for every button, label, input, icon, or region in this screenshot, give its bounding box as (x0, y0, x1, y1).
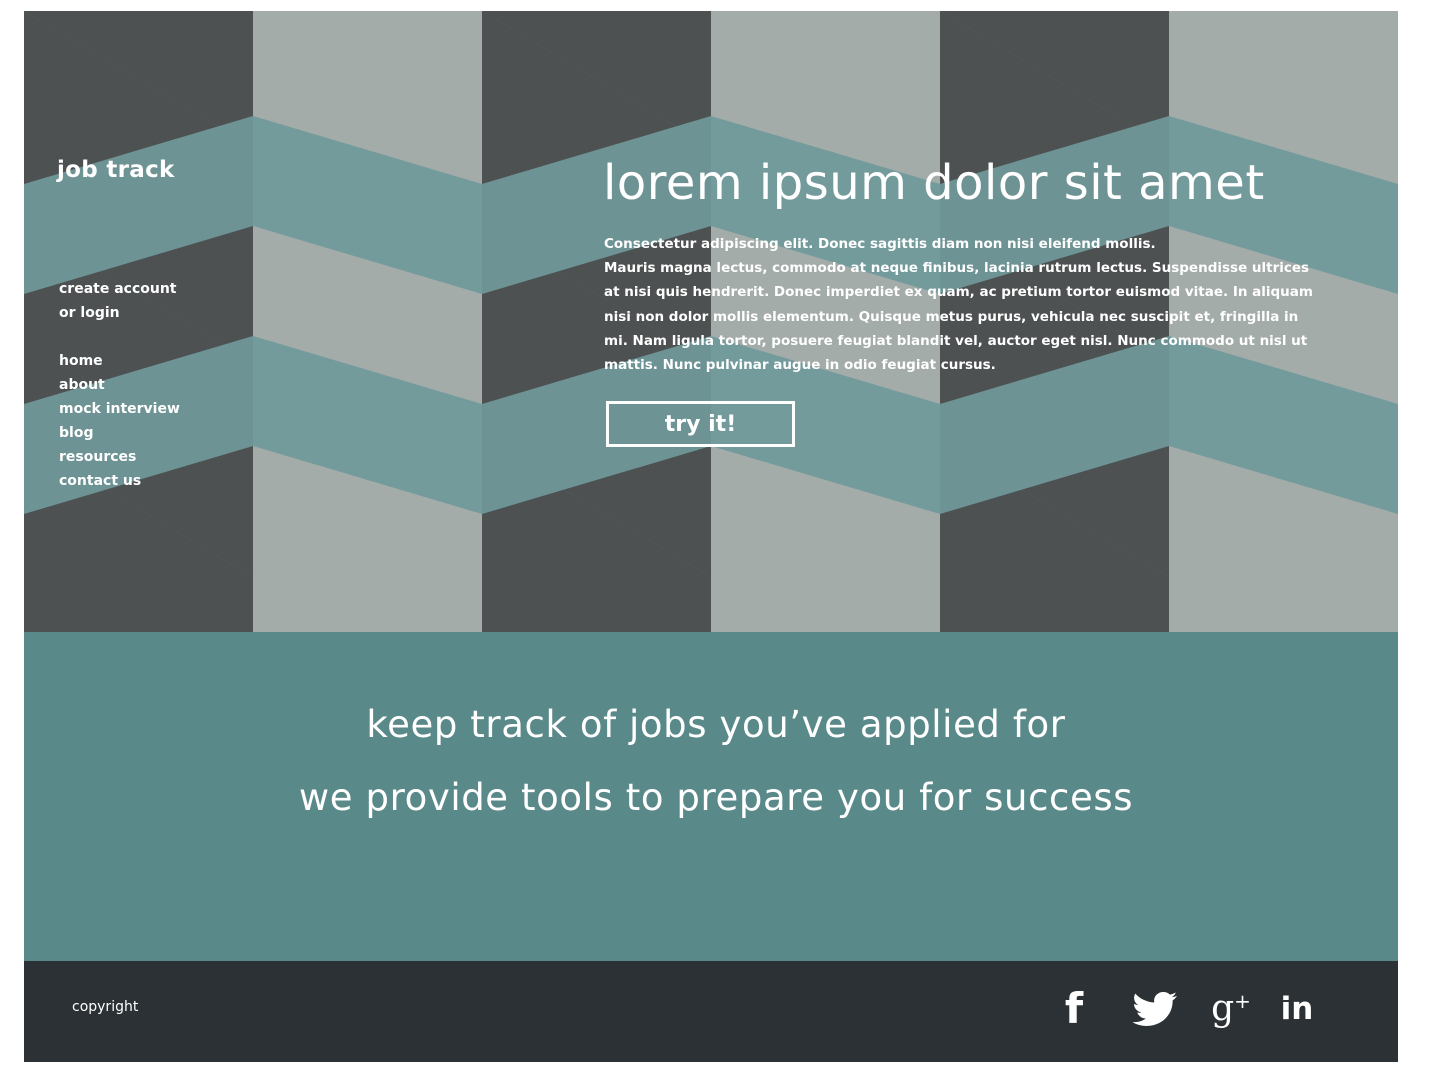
google-plus-icon[interactable]: g + (1210, 985, 1252, 1033)
tagline-band: keep track of jobs you’ve applied for we… (24, 632, 1398, 961)
nav-about[interactable]: about (59, 373, 180, 397)
twitter-icon[interactable] (1129, 985, 1181, 1033)
page: job track create account or login home a… (24, 11, 1398, 1062)
hero-intro-line-1: Consectetur adipiscing elit. Donec sagit… (604, 236, 1156, 252)
tagline-line-2: we provide tools to prepare you for succ… (298, 776, 1134, 819)
twitter-bird-glyph (1132, 992, 1177, 1026)
linkedin-icon[interactable]: in (1280, 985, 1314, 1033)
hero: job track create account or login home a… (24, 11, 1398, 632)
copyright-text: copyright (72, 999, 139, 1015)
nav-blog[interactable]: blog (59, 421, 180, 445)
facebook-icon[interactable]: f (1060, 985, 1088, 1033)
footer: copyright f g + in (24, 961, 1398, 1062)
google-plus-glyph: g (1211, 988, 1235, 1029)
facebook-glyph: f (1064, 984, 1084, 1033)
nav-home[interactable]: home (59, 349, 180, 373)
nav-contact-us[interactable]: contact us (59, 469, 180, 493)
hero-headline: lorem ipsum dolor sit amet (603, 155, 1265, 211)
nav-mock-interview[interactable]: mock interview (59, 397, 180, 421)
tagline-line-1: keep track of jobs you’ve applied for (366, 703, 1066, 746)
nav-create-account[interactable]: create account (59, 277, 180, 301)
hero-intro-text: Consectetur adipiscing elit. Donec sagit… (604, 232, 1324, 377)
nav-resources[interactable]: resources (59, 445, 180, 469)
side-navigation: create account or login home about mock … (59, 277, 180, 493)
brand-logo[interactable]: job track (57, 157, 175, 183)
google-plus-sup: + (1234, 989, 1251, 1013)
nav-login[interactable]: or login (59, 301, 180, 325)
try-it-button[interactable]: try it! (606, 401, 795, 447)
linkedin-glyph: in (1280, 990, 1314, 1027)
hero-intro-rest: Mauris magna lectus, commodo at neque fi… (604, 260, 1313, 374)
